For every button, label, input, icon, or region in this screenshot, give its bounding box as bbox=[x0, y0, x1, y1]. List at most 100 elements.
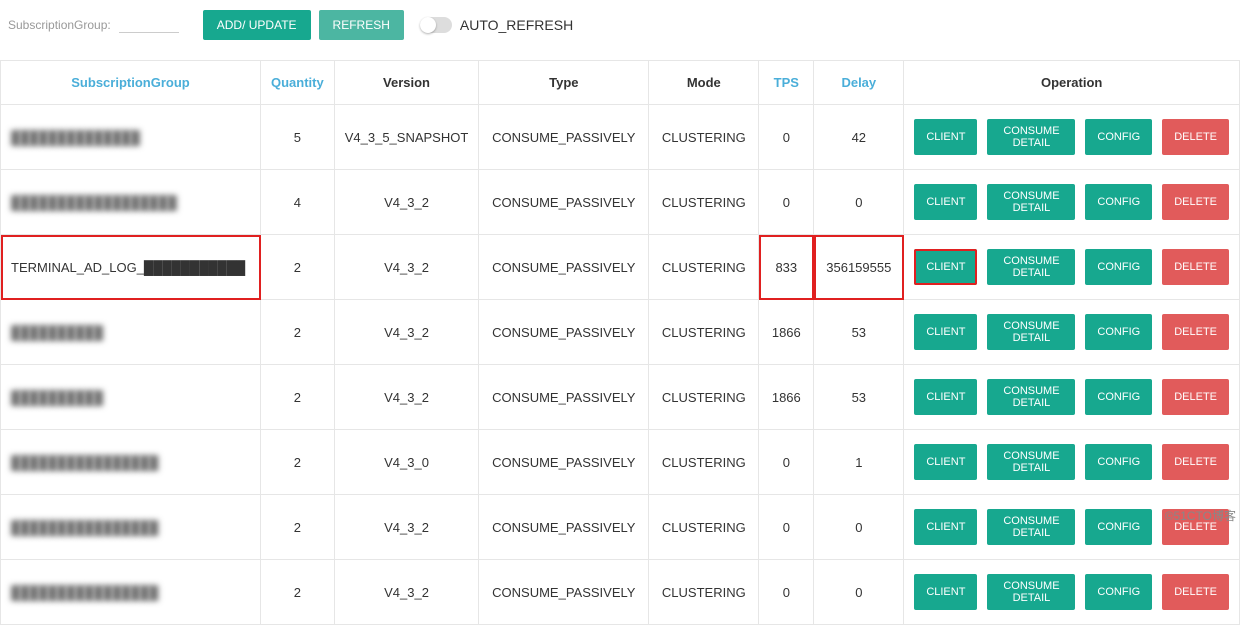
client-button[interactable]: CLIENT bbox=[914, 314, 977, 350]
cell-qty: 2 bbox=[261, 560, 335, 625]
header-subscription-group[interactable]: SubscriptionGroup bbox=[1, 61, 261, 105]
consume-detail-button[interactable]: CONSUME DETAIL bbox=[987, 119, 1075, 155]
cell-operation: CLIENT CONSUME DETAIL CONFIG DELETE bbox=[904, 300, 1240, 365]
client-button[interactable]: CLIENT bbox=[914, 574, 977, 610]
client-button[interactable]: CLIENT bbox=[914, 249, 977, 285]
cell-qty: 4 bbox=[261, 170, 335, 235]
subscription-group-name: ██████████ bbox=[11, 390, 103, 405]
cell-operation: CLIENTCONSUME DETAILCONFIGDELETE bbox=[904, 495, 1240, 560]
cell-mode: CLUSTERING bbox=[649, 430, 759, 495]
cell-version: V4_3_0 bbox=[334, 430, 479, 495]
cell-operation: CLIENT CONSUME DETAIL CONFIG DELETE bbox=[904, 235, 1240, 300]
header-type: Type bbox=[479, 61, 649, 105]
consumer-table: SubscriptionGroup Quantity Version Type … bbox=[0, 60, 1240, 625]
cell-mode: CLUSTERING bbox=[649, 170, 759, 235]
cell-tps: 1866 bbox=[759, 300, 814, 365]
table-row: ████████████████2V4_3_2CONSUME_PASSIVELY… bbox=[1, 495, 1240, 560]
table-row: ██████████2V4_3_2CONSUME_PASSIVELYCLUSTE… bbox=[1, 300, 1240, 365]
cell-version: V4_3_2 bbox=[334, 365, 479, 430]
cell-subscription-group: ████████████████ bbox=[1, 560, 261, 625]
auto-refresh-toggle-wrap: AUTO_REFRESH bbox=[420, 17, 573, 33]
client-button[interactable]: CLIENT bbox=[914, 509, 977, 545]
consume-detail-button[interactable]: CONSUME DETAIL bbox=[987, 249, 1075, 285]
config-button[interactable]: CONFIG bbox=[1085, 249, 1152, 285]
header-tps[interactable]: TPS bbox=[759, 61, 814, 105]
cell-subscription-group: ██████████████ bbox=[1, 105, 261, 170]
refresh-button[interactable]: REFRESH bbox=[319, 10, 404, 40]
header-delay[interactable]: Delay bbox=[814, 61, 904, 105]
cell-type: CONSUME_PASSIVELY bbox=[479, 495, 649, 560]
operation-buttons: CLIENT CONSUME DETAIL CONFIG DELETE bbox=[914, 444, 1229, 480]
cell-tps: 0 bbox=[759, 495, 814, 560]
header-quantity[interactable]: Quantity bbox=[261, 61, 335, 105]
cell-qty: 5 bbox=[261, 105, 335, 170]
consume-detail-button[interactable]: CONSUME DETAIL bbox=[987, 574, 1075, 610]
cell-version: V4_3_2 bbox=[334, 170, 479, 235]
header-version: Version bbox=[334, 61, 479, 105]
cell-subscription-group: ██████████████████ bbox=[1, 170, 261, 235]
cell-qty: 2 bbox=[261, 430, 335, 495]
operation-buttons: CLIENT CONSUME DETAIL CONFIG DELETE bbox=[914, 184, 1229, 220]
cell-qty: 2 bbox=[261, 495, 335, 560]
delete-button[interactable]: DELETE bbox=[1162, 379, 1229, 415]
cell-subscription-group: TERMINAL_AD_LOG_███████████ bbox=[1, 235, 261, 300]
auto-refresh-toggle[interactable] bbox=[420, 17, 452, 33]
cell-tps: 0 bbox=[759, 560, 814, 625]
cell-mode: CLUSTERING bbox=[649, 365, 759, 430]
add-update-button[interactable]: ADD/ UPDATE bbox=[203, 10, 311, 40]
operation-buttons: CLIENT CONSUME DETAIL CONFIG DELETE bbox=[914, 119, 1229, 155]
auto-refresh-label: AUTO_REFRESH bbox=[460, 17, 573, 33]
cell-type: CONSUME_PASSIVELY bbox=[479, 430, 649, 495]
cell-type: CONSUME_PASSIVELY bbox=[479, 170, 649, 235]
operation-buttons: CLIENT CONSUME DETAIL CONFIG DELETE bbox=[914, 314, 1229, 350]
consume-detail-button[interactable]: CONSUME DETAIL bbox=[987, 184, 1075, 220]
client-button[interactable]: CLIENT bbox=[914, 184, 977, 220]
delete-button[interactable]: DELETE bbox=[1162, 314, 1229, 350]
config-button[interactable]: CONFIG bbox=[1085, 444, 1152, 480]
subscription-group-name: ████████████████ bbox=[11, 455, 158, 470]
cell-type: CONSUME_PASSIVELY bbox=[479, 105, 649, 170]
delete-button[interactable]: DELETE bbox=[1162, 444, 1229, 480]
cell-delay: 1 bbox=[814, 430, 904, 495]
consume-detail-button[interactable]: CONSUME DETAIL bbox=[987, 509, 1075, 545]
consume-detail-button[interactable]: CONSUME DETAIL bbox=[987, 444, 1075, 480]
delete-button[interactable]: DELETE bbox=[1162, 249, 1229, 285]
table-row: ██████████████████4V4_3_2CONSUME_PASSIVE… bbox=[1, 170, 1240, 235]
delete-button[interactable]: DELETE bbox=[1162, 119, 1229, 155]
config-button[interactable]: CONFIG bbox=[1085, 509, 1152, 545]
config-button[interactable]: CONFIG bbox=[1085, 574, 1152, 610]
subscription-group-input[interactable] bbox=[119, 18, 179, 33]
cell-subscription-group: ██████████ bbox=[1, 365, 261, 430]
cell-delay: 53 bbox=[814, 300, 904, 365]
cell-qty: 2 bbox=[261, 300, 335, 365]
delete-button[interactable]: DELETE bbox=[1162, 184, 1229, 220]
header-operation: Operation bbox=[904, 61, 1240, 105]
consume-detail-button[interactable]: CONSUME DETAIL bbox=[987, 379, 1075, 415]
header-mode: Mode bbox=[649, 61, 759, 105]
cell-type: CONSUME_PASSIVELY bbox=[479, 235, 649, 300]
cell-delay: 53 bbox=[814, 365, 904, 430]
table-row: ██████████████5V4_3_5_SNAPSHOTCONSUME_PA… bbox=[1, 105, 1240, 170]
config-button[interactable]: CONFIG bbox=[1085, 314, 1152, 350]
client-button[interactable]: CLIENT bbox=[914, 444, 977, 480]
client-button[interactable]: CLIENT bbox=[914, 379, 977, 415]
config-button[interactable]: CONFIG bbox=[1085, 119, 1152, 155]
cell-delay: 0 bbox=[814, 495, 904, 560]
cell-delay: 0 bbox=[814, 560, 904, 625]
cell-tps: 0 bbox=[759, 170, 814, 235]
client-button[interactable]: CLIENT bbox=[914, 119, 977, 155]
cell-type: CONSUME_PASSIVELY bbox=[479, 365, 649, 430]
cell-delay: 0 bbox=[814, 170, 904, 235]
operation-buttons: CLIENT CONSUME DETAIL CONFIG DELETE bbox=[914, 574, 1229, 610]
cell-mode: CLUSTERING bbox=[649, 235, 759, 300]
delete-button[interactable]: DELETE bbox=[1162, 574, 1229, 610]
cell-subscription-group: ██████████ bbox=[1, 300, 261, 365]
consume-detail-button[interactable]: CONSUME DETAIL bbox=[987, 314, 1075, 350]
cell-qty: 2 bbox=[261, 235, 335, 300]
config-button[interactable]: CONFIG bbox=[1085, 184, 1152, 220]
cell-operation: CLIENT CONSUME DETAIL CONFIG DELETE bbox=[904, 105, 1240, 170]
operation-buttons: CLIENT CONSUME DETAIL CONFIG DELETE bbox=[914, 249, 1229, 285]
subscription-group-name: ██████████ bbox=[11, 325, 103, 340]
config-button[interactable]: CONFIG bbox=[1085, 379, 1152, 415]
cell-subscription-group: ████████████████ bbox=[1, 495, 261, 560]
